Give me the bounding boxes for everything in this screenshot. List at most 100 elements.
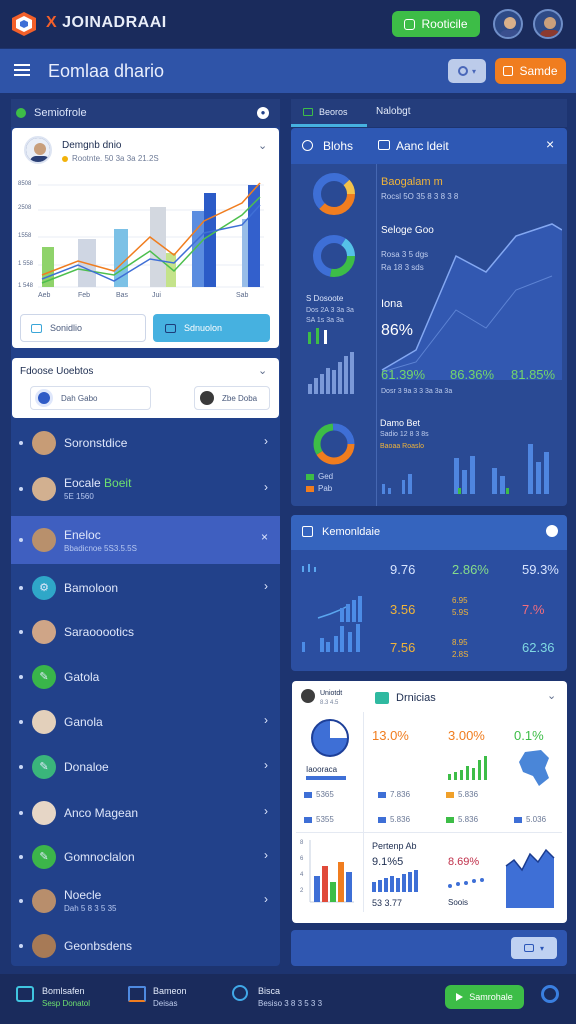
report-left-sub: 8.3 4.5 bbox=[320, 700, 339, 706]
secondary-avatar[interactable] bbox=[533, 9, 563, 39]
primary-action-button[interactable]: Rooticile bbox=[392, 11, 480, 37]
report-row-legend: 53 3.77 bbox=[372, 898, 403, 908]
kpi-sub: Dosr 3 9a 3 3 3a 3a 3a bbox=[381, 388, 453, 395]
legend-swatch bbox=[306, 485, 314, 492]
page-title: Eomlaa dhario bbox=[48, 61, 165, 81]
legend-swatch bbox=[304, 791, 312, 798]
info-icon[interactable]: ● bbox=[257, 107, 269, 119]
chat-icon bbox=[165, 323, 176, 333]
legend-item: 5365 bbox=[304, 790, 334, 799]
legend-swatch bbox=[446, 791, 454, 798]
x-tick-label: Jui bbox=[152, 292, 161, 299]
bottom-item-sub: Deisas bbox=[153, 999, 178, 1008]
x-tick-label: Bas bbox=[116, 292, 129, 299]
sidebar-item[interactable]: Soronstdice › bbox=[11, 420, 280, 465]
sidebar-item[interactable]: ✎ Gatola bbox=[11, 654, 280, 699]
bar-chart bbox=[382, 444, 549, 494]
bullet-icon bbox=[19, 854, 23, 859]
tab-active[interactable]: Beoros bbox=[291, 99, 367, 127]
card-avatar bbox=[24, 136, 52, 164]
filter-left-button[interactable]: Dah Gabo bbox=[30, 386, 151, 410]
y-tick-label: 1558 bbox=[18, 233, 32, 239]
card-left-button[interactable]: Sonidlio bbox=[20, 314, 146, 342]
sidebar-item[interactable]: Anco Magean › bbox=[11, 790, 280, 835]
report-mini-bars bbox=[372, 870, 418, 892]
calendar-icon[interactable] bbox=[128, 986, 146, 1002]
bottom-action-button[interactable]: Samrohale bbox=[445, 985, 524, 1009]
mini-bar bbox=[316, 328, 319, 344]
menu-icon[interactable] bbox=[14, 63, 30, 77]
sidebar-item[interactable]: Geonbsdens bbox=[11, 923, 280, 968]
bullet-icon bbox=[19, 538, 23, 542]
bullet-icon bbox=[19, 440, 23, 445]
sidebar-item[interactable]: Saraooootics bbox=[11, 609, 280, 654]
status-dot-icon bbox=[16, 108, 26, 118]
chevron-right-icon: › bbox=[264, 804, 268, 818]
sidebar-item[interactable]: ✎ Donaloe › bbox=[11, 744, 280, 789]
bottom-item-sub: Besiso 3 8 3 5 3 3 bbox=[258, 999, 323, 1008]
chevron-down-icon[interactable]: ⌄ bbox=[547, 689, 556, 702]
play-icon bbox=[456, 993, 464, 1001]
legend-swatch bbox=[306, 473, 314, 480]
folder-icon[interactable] bbox=[16, 986, 34, 1002]
card-right-button[interactable]: Sdnuolon bbox=[153, 314, 270, 342]
card-title: Demgnb dnio bbox=[62, 140, 122, 151]
legend-item: 7.836 bbox=[378, 790, 410, 799]
chevron-down-icon[interactable]: ⌄ bbox=[258, 139, 267, 152]
bottom-item-title[interactable]: Bameon bbox=[153, 986, 187, 996]
avatar bbox=[301, 689, 315, 703]
bottom-item-title[interactable]: Bomlsafen bbox=[42, 986, 85, 996]
globe-icon[interactable] bbox=[232, 985, 248, 1001]
kpi-cell: 7.% bbox=[522, 602, 545, 617]
sidebar-item[interactable]: Eocale Boeit 5E 1560 › bbox=[11, 466, 280, 511]
box-icon bbox=[302, 526, 313, 537]
chart-icon bbox=[302, 140, 313, 151]
square-icon bbox=[503, 66, 514, 76]
secondary-action-button[interactable]: Samde bbox=[495, 58, 566, 84]
filter-right-button[interactable]: Zbe Doba bbox=[194, 386, 270, 410]
close-icon[interactable]: × bbox=[261, 530, 268, 544]
kpi-cell: 8.95 bbox=[452, 638, 468, 647]
star-icon bbox=[62, 155, 68, 162]
grid-icon bbox=[303, 107, 313, 116]
chevron-down-icon[interactable]: ⌄ bbox=[258, 364, 267, 377]
bullet-icon bbox=[19, 810, 23, 815]
sidebar-item[interactable]: Noecle Dah 5 8 3 5 35 › bbox=[11, 878, 280, 923]
gear-icon: ⚙ bbox=[32, 575, 56, 600]
sidebar-item[interactable]: ⚙ Bamoloon › bbox=[11, 565, 280, 610]
bullet-icon bbox=[19, 719, 23, 724]
divider bbox=[363, 712, 364, 912]
sidebar-item[interactable]: Ganola › bbox=[11, 699, 280, 744]
kpi-sub: 2.8S bbox=[452, 650, 469, 659]
kpi-panel-title: Kemonldaie bbox=[322, 526, 381, 538]
y-tick-label: 8508 bbox=[18, 181, 32, 187]
avatar bbox=[32, 619, 56, 644]
map-icon bbox=[519, 750, 549, 786]
kpi-cell: 2.86% bbox=[452, 562, 489, 577]
footer-strip-button[interactable]: ▾ bbox=[511, 937, 557, 959]
report-row-legend: Soois bbox=[448, 898, 469, 907]
user-avatar[interactable] bbox=[493, 9, 523, 39]
sidebar-item-active[interactable]: Eneloc Bbadicnoe 5S3.5.5S × bbox=[11, 516, 280, 564]
donut-sub: SA 1s 3a 3a bbox=[306, 317, 344, 324]
report-value: 0.1% bbox=[514, 728, 544, 743]
close-icon[interactable]: × bbox=[546, 136, 554, 152]
avatar bbox=[32, 800, 56, 825]
bullet-icon bbox=[19, 898, 23, 903]
profile-icon[interactable] bbox=[541, 985, 559, 1003]
sidebar-item[interactable]: ✎ Gomnoclalon › bbox=[11, 834, 280, 879]
legend-item: 5355 bbox=[304, 815, 334, 824]
bullet-icon bbox=[19, 943, 23, 948]
toggle-dropdown[interactable]: ▾ bbox=[448, 59, 486, 83]
y-tick-label: 6 bbox=[300, 856, 304, 862]
settings-icon[interactable] bbox=[546, 525, 558, 537]
kpi-cell: 7.56 bbox=[390, 640, 416, 655]
bottom-item-title[interactable]: Bisca bbox=[258, 986, 280, 996]
report-icon bbox=[375, 692, 389, 704]
avatar bbox=[32, 888, 56, 913]
card-chart bbox=[38, 182, 264, 288]
tab-inactive[interactable]: Nalobgt bbox=[376, 106, 410, 117]
legend-item: Pab bbox=[306, 484, 332, 493]
report-bar-chart bbox=[309, 840, 354, 903]
avatar bbox=[32, 528, 56, 552]
